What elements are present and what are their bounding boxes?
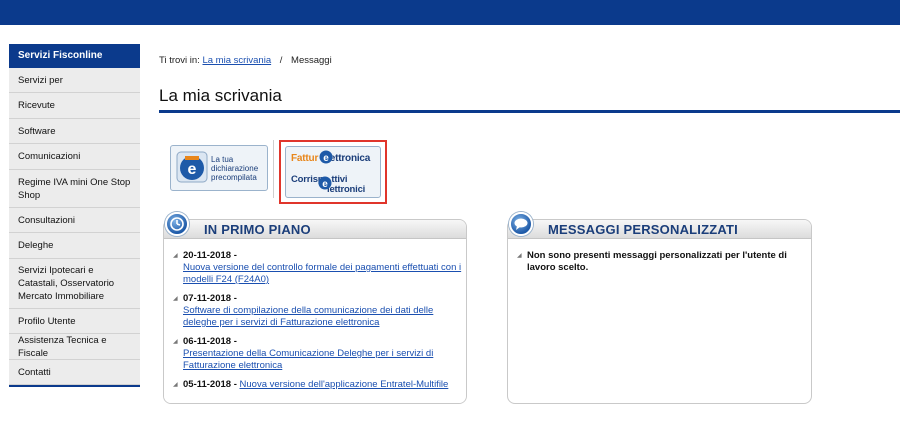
news-date: 06-11-2018 - xyxy=(183,336,237,347)
sidebar-item[interactable]: Software xyxy=(9,119,140,144)
sidebar-item[interactable]: Comunicazioni xyxy=(9,144,140,170)
panel-fade xyxy=(164,389,466,403)
sidebar: Servizi Fisconline Servizi per Ricevute So… xyxy=(9,44,140,387)
chat-bubble-icon xyxy=(509,212,533,236)
title-rule xyxy=(159,110,900,113)
sidebar-item[interactable]: Profilo Utente xyxy=(9,309,140,334)
sidebar-item[interactable]: Consultazioni xyxy=(9,208,140,233)
messaggi-header: MESSAGGI PERSONALIZZATI xyxy=(508,220,811,239)
banner-divider xyxy=(273,140,274,198)
messaggi-text: Non sono presenti messaggi personalizzat… xyxy=(527,250,787,273)
news-date: 07-11-2018 - xyxy=(183,293,237,304)
fattura-elettronica-banner[interactable]: Fattur lettronica e Corrisp ttivi lettroni… xyxy=(279,140,387,204)
primo-piano-panel: IN PRIMO PIANO ◢ 20-11-2018 - Nuova versio… xyxy=(163,219,467,404)
news-list: ◢ 20-11-2018 - Nuova versione del controll… xyxy=(172,250,462,403)
breadcrumb-link-scrivania[interactable]: La mia scrivania xyxy=(202,55,271,66)
breadcrumb: Ti trovi in: La mia scrivania / Messaggi xyxy=(159,55,332,66)
fattura-prefix: Fattur xyxy=(291,153,319,164)
news-link[interactable]: Software di compilazione della comunicaz… xyxy=(183,305,433,328)
bullet-triangle-icon: ◢ xyxy=(173,296,178,302)
svg-text:e: e xyxy=(322,179,328,190)
news-link[interactable]: Presentazione della Comunicazione Delegh… xyxy=(183,348,433,371)
sidebar-item[interactable]: Contatti xyxy=(9,360,140,385)
fattura-banner-inner: Fattur lettronica e Corrisp ttivi lettroni… xyxy=(285,146,381,198)
breadcrumb-separator: / xyxy=(279,55,283,66)
sidebar-item[interactable]: Ricevute xyxy=(9,93,140,119)
page-title: La mia scrivania xyxy=(159,86,282,105)
agenzia-logo-icon: e xyxy=(176,151,208,183)
sidebar-item[interactable]: Servizi per xyxy=(9,68,140,93)
news-item: ◢ 20-11-2018 - Nuova versione del controll… xyxy=(172,250,462,286)
primo-piano-title: IN PRIMO PIANO xyxy=(204,222,311,237)
sidebar-item[interactable]: Assistenza Tecnica e Fiscale xyxy=(9,334,140,360)
sidebar-item[interactable]: Deleghe xyxy=(9,233,140,259)
bullet-triangle-icon: ◢ xyxy=(173,253,178,259)
news-item: ◢ 07-11-2018 - Software di compilazione de… xyxy=(172,293,462,329)
sidebar-bottom-rule xyxy=(9,385,140,387)
primo-piano-header: IN PRIMO PIANO xyxy=(164,220,466,239)
svg-text:e: e xyxy=(323,153,329,164)
messaggi-empty-message: ◢ Non sono presenti messaggi personalizz… xyxy=(516,250,801,274)
news-item: ◢ 06-11-2018 - Presentazione della Comunic… xyxy=(172,336,462,372)
bullet-triangle-icon: ◢ xyxy=(173,339,178,345)
sidebar-item[interactable]: Servizi Ipotecari e Catastali, Osservato… xyxy=(9,259,140,309)
sidebar-header[interactable]: Servizi Fisconline xyxy=(9,44,140,68)
precompilata-banner[interactable]: e La tua dichiarazione precompilata xyxy=(170,145,268,191)
svg-text:e: e xyxy=(188,161,197,178)
top-bar xyxy=(0,0,900,25)
breadcrumb-current: Messaggi xyxy=(291,55,332,66)
messaggi-title: MESSAGGI PERSONALIZZATI xyxy=(548,222,738,237)
news-date: 20-11-2018 - xyxy=(183,250,237,261)
bullet-triangle-icon: ◢ xyxy=(517,253,522,259)
messaggi-panel: MESSAGGI PERSONALIZZATI ◢ Non sono prese… xyxy=(507,219,812,404)
corrispettivi-part-c: lettronici xyxy=(327,184,366,195)
news-link[interactable]: Nuova versione del controllo formale dei… xyxy=(183,262,461,285)
fattura-suffix: lettronica xyxy=(327,153,371,164)
breadcrumb-prefix: Ti trovi in: xyxy=(159,55,200,66)
fattura-e-icon: e xyxy=(319,150,333,164)
sidebar-item[interactable]: Regime IVA mini One Stop Shop xyxy=(9,170,140,208)
corrispettivi-e-icon: e xyxy=(318,176,332,190)
precompilata-label: La tua dichiarazione precompilata xyxy=(211,155,259,182)
clock-icon xyxy=(165,212,189,236)
